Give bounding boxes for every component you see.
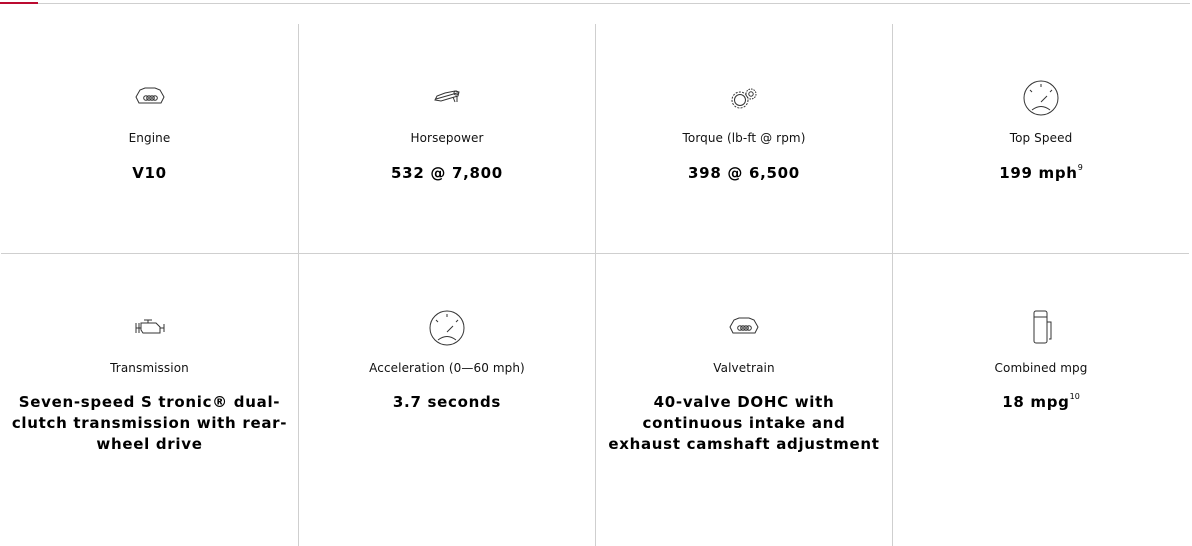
spec-combined-mpg: Combined mpg 18 mpg10 bbox=[892, 254, 1189, 546]
spec-label: Transmission bbox=[110, 361, 189, 375]
spec-label: Torque (lb-ft @ rpm) bbox=[682, 131, 806, 145]
gears-icon bbox=[724, 78, 764, 118]
spec-label: Engine bbox=[128, 131, 171, 145]
horsepower-icon bbox=[427, 78, 467, 118]
top-divider bbox=[0, 2, 1190, 4]
spec-valvetrain: Valvetrain 40-valve DOHC with continuous… bbox=[595, 254, 892, 546]
spec-label: Horsepower bbox=[410, 131, 484, 145]
accent-bar bbox=[0, 2, 38, 4]
spec-value: 3.7 seconds bbox=[392, 393, 502, 411]
fuel-pump-icon bbox=[1021, 308, 1061, 348]
spec-torque: Torque (lb-ft @ rpm) 398 @ 6,500 bbox=[595, 24, 892, 253]
spec-value: 398 @ 6,500 bbox=[688, 164, 800, 182]
spec-value: 532 @ 7,800 bbox=[391, 164, 503, 182]
spec-value: V10 bbox=[132, 164, 167, 182]
engine-block-icon bbox=[130, 78, 170, 118]
specs-row-2: Transmission Seven-speed S tronic® dual-… bbox=[1, 254, 1189, 546]
specs-grid: Engine V10 Horsepower 532 @ 7,800 Torque… bbox=[1, 24, 1189, 546]
spec-horsepower: Horsepower 532 @ 7,800 bbox=[298, 24, 595, 253]
spec-value: Seven-speed S tronic® dual-clutch transm… bbox=[11, 393, 288, 453]
transmission-icon bbox=[130, 308, 170, 348]
spec-label: Combined mpg bbox=[994, 361, 1088, 375]
engine-block-icon bbox=[724, 308, 764, 348]
spec-top-speed: Top Speed 199 mph9 bbox=[892, 24, 1189, 253]
spec-label: Acceleration (0—60 mph) bbox=[369, 361, 525, 375]
spec-value: 18 mpg10 bbox=[1002, 392, 1080, 412]
spec-engine: Engine V10 bbox=[1, 24, 298, 253]
speedometer-icon bbox=[1021, 78, 1061, 118]
spec-value: 199 mph9 bbox=[999, 163, 1083, 183]
spec-label: Valvetrain bbox=[713, 361, 775, 375]
spec-transmission: Transmission Seven-speed S tronic® dual-… bbox=[1, 254, 298, 546]
spec-label: Top Speed bbox=[1009, 131, 1073, 145]
spec-acceleration: Acceleration (0—60 mph) 3.7 seconds bbox=[298, 254, 595, 546]
specs-row-1: Engine V10 Horsepower 532 @ 7,800 Torque… bbox=[1, 24, 1189, 254]
speedometer-icon bbox=[427, 308, 467, 348]
spec-value: 40-valve DOHC with continuous intake and… bbox=[608, 393, 880, 453]
